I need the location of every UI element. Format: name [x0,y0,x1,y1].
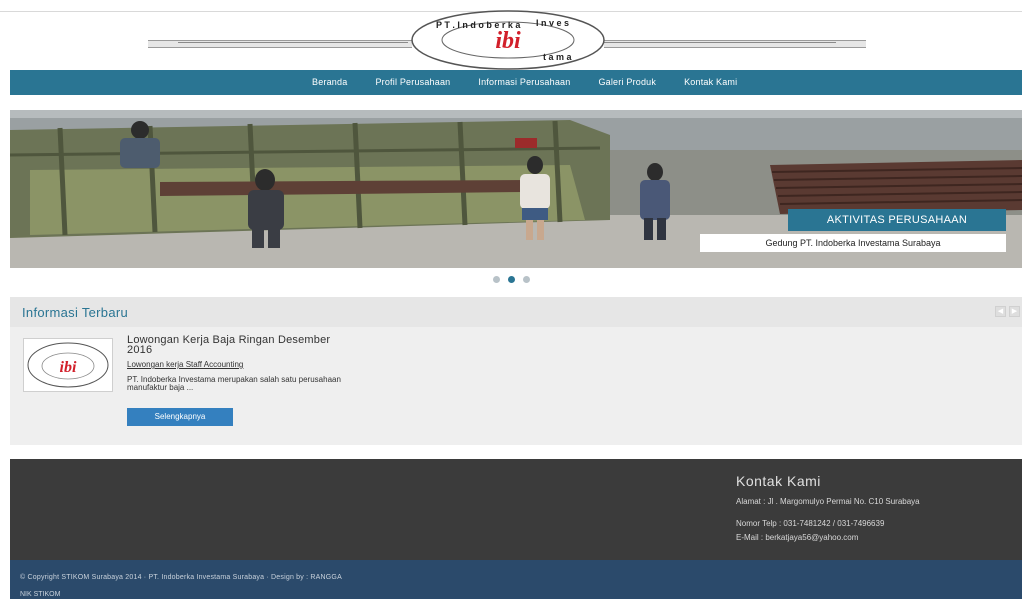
header-rail-left [148,40,412,48]
slider-dot-3[interactable] [523,276,530,283]
contact-email[interactable]: E-Mail : berkatjaya56@yahoo.com [736,533,996,542]
post-excerpt: PT. Indoberka Investama merupakan salah … [127,375,341,392]
contact-phone: Nomor Telp : 031-7481242 / 031-7496639 [736,519,885,528]
nav-item-profil-perusahaan[interactable]: Profil Perusahaan [375,70,450,95]
contact-title: Kontak Kami [736,473,821,489]
contact-address: Alamat : Jl . Margomulyo Permai No. C10 … [736,497,920,506]
svg-text:I n v e s: I n v e s [536,18,569,28]
copyright-text: © Copyright STIKOM Surabaya 2014 · PT. I… [20,574,342,581]
slide-caption-subtitle: Gedung PT. Indoberka Investama Surabaya [700,234,1006,252]
nav-item-galeri-produk[interactable]: Galeri Produk [598,70,656,95]
copyright-bar: © Copyright STIKOM Surabaya 2014 · PT. I… [10,560,1022,599]
slider-pagination [493,276,538,283]
svg-text:t a m a: t a m a [543,52,573,62]
nav-item-beranda[interactable]: Beranda [312,70,347,95]
latest-info-section: Informasi Terbaru ◀ ▶ ibi Lowongan Kerja… [10,297,1022,445]
site-header: P T . I n d o b e r k a I n v e s t a m … [0,0,1022,70]
info-carousel-arrows: ◀ ▶ [992,306,1020,317]
read-more-button[interactable]: Selengkapnya [127,408,233,426]
nav-item-informasi-perusahaan[interactable]: Informasi Perusahaan [478,70,570,95]
chevron-left-icon[interactable]: ◀ [995,306,1006,317]
post-link[interactable]: Lowongan kerja Staff Accounting [127,360,243,369]
main-navigation: Beranda Profil Perusahaan Informasi Peru… [10,70,1022,95]
header-rail-right [604,40,866,48]
svg-text:ibi: ibi [60,359,77,376]
post-title[interactable]: Lowongan Kerja Baja Ringan Desember 2016 [127,335,357,356]
company-logo[interactable]: P T . I n d o b e r k a I n v e s t a m … [408,8,608,70]
slider-dot-1[interactable] [493,276,500,283]
nav-item-kontak-kami[interactable]: Kontak Kami [684,70,737,95]
slide-caption-title: AKTIVITAS PERUSAHAAN [788,209,1006,231]
site-footer: Kontak Kami Alamat : Jl . Margomulyo Per… [10,459,1022,560]
latest-info-header: Informasi Terbaru ◀ ▶ [10,297,1022,327]
post-thumbnail[interactable]: ibi [23,338,113,392]
logo-text: ibi [495,28,521,54]
section-title: Informasi Terbaru [22,305,129,320]
copyright-subtext: NIK STIKOM [20,591,61,598]
slider-dot-2[interactable] [508,276,515,283]
chevron-right-icon[interactable]: ▶ [1009,306,1020,317]
